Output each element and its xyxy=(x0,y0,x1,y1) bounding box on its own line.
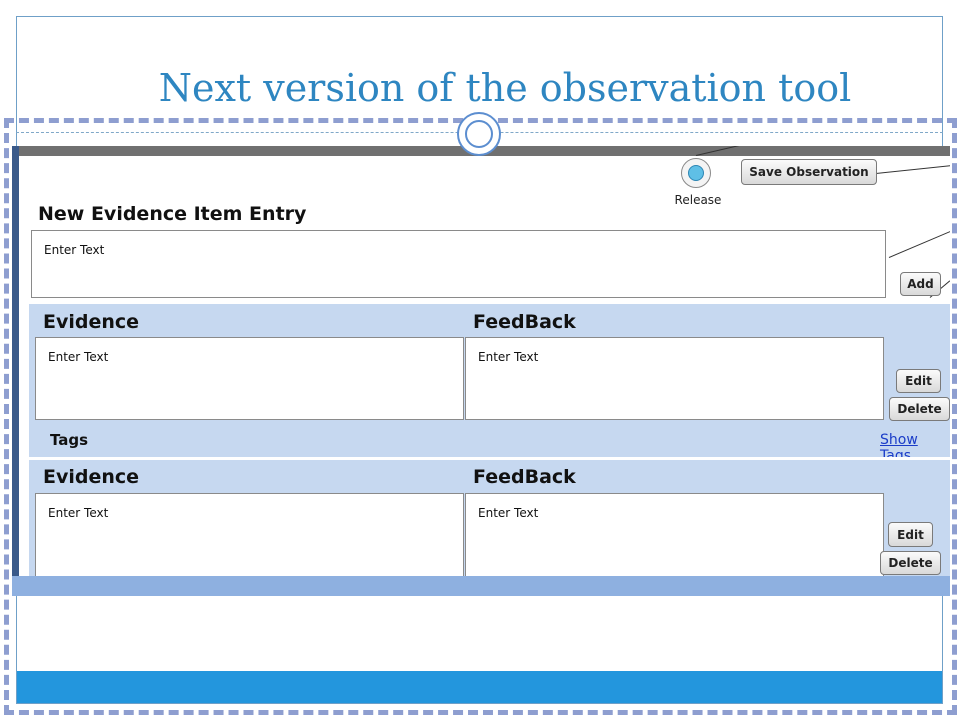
slide-footer-bar xyxy=(17,671,942,703)
ring-ornament-icon xyxy=(457,112,501,156)
slide-title: Next version of the observation tool xyxy=(158,66,852,110)
dashed-frame xyxy=(4,118,957,715)
